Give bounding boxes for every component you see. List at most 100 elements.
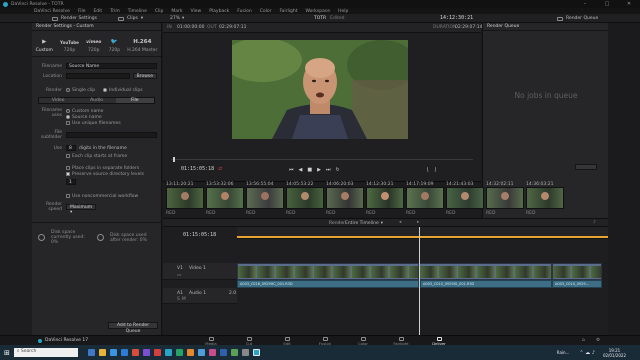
step-back-icon[interactable]: ◀ (299, 167, 303, 173)
clips-toggle[interactable]: Clips ▾ (118, 16, 143, 21)
app-icon[interactable] (208, 349, 216, 356)
render-settings-toggle[interactable]: Render Settings (52, 16, 97, 21)
menu-help[interactable]: Help (338, 9, 348, 14)
file-explorer-icon[interactable] (98, 349, 106, 356)
preserve-levels-input[interactable]: 1 (66, 179, 76, 185)
clip-thumbnail[interactable] (446, 187, 484, 209)
tab-video[interactable]: Video (39, 98, 78, 103)
stop-icon[interactable]: ■ (307, 167, 312, 173)
mail-icon[interactable] (120, 349, 128, 356)
clip-thumbnail[interactable] (166, 187, 204, 209)
clip-thumbnail[interactable] (366, 187, 404, 209)
mute-icon[interactable]: M (182, 297, 186, 302)
app-icon[interactable] (153, 349, 161, 356)
clip-thumbnail[interactable] (286, 187, 324, 209)
audio-clip[interactable]: A003_C016_0929HC_001.R3D (237, 280, 419, 288)
app-icon[interactable] (186, 349, 194, 356)
edge-icon[interactable] (109, 349, 117, 356)
solo-icon[interactable]: S (177, 297, 180, 302)
settings-gear-icon[interactable]: ⚙ (596, 338, 600, 343)
app-icon[interactable] (241, 349, 249, 356)
menu-workspace[interactable]: Workspace (305, 9, 330, 14)
timeline-view-icon[interactable]: ◂ (399, 220, 401, 225)
single-clip-option[interactable]: Single clip (66, 87, 95, 93)
davinci-taskbar-icon[interactable] (252, 349, 260, 356)
video-clip[interactable] (419, 263, 552, 280)
subfolder-input[interactable] (66, 132, 157, 138)
weather-widget[interactable]: Rain... (557, 350, 570, 355)
task-view-icon[interactable] (87, 349, 95, 356)
windows-start-icon[interactable]: ⊞ (4, 349, 10, 357)
filename-input[interactable]: Source Name (66, 63, 157, 69)
render-all-button[interactable] (575, 164, 597, 170)
clip-thumbnail[interactable] (246, 187, 284, 209)
app-icon[interactable] (142, 349, 150, 356)
unique-filenames-option[interactable]: Use unique filenames (66, 120, 121, 126)
video-clip[interactable] (237, 263, 419, 280)
timeline-options-icon[interactable]: ♪ (593, 220, 596, 225)
viewer-scrubber-handle[interactable] (173, 157, 175, 162)
video-track-lock-icon[interactable]: ▭ (177, 273, 181, 278)
preset-twitter[interactable]: 🐦 720p (109, 39, 120, 53)
timeline-ruler[interactable] (237, 227, 608, 239)
menu-clip[interactable]: Clip (155, 9, 164, 14)
audio-clip[interactable]: A003_C015_0929IG_001.R3D (420, 280, 552, 288)
snapping-icon[interactable]: ▸ (417, 220, 419, 225)
preset-h264[interactable]: H.264 H.264 Master (127, 39, 157, 53)
clip-thumbnail[interactable] (486, 187, 524, 209)
video-clip[interactable] (552, 263, 602, 280)
menu-file[interactable]: File (78, 9, 86, 14)
clip-thumbnail[interactable] (326, 187, 364, 209)
menu-edit[interactable]: Edit (93, 9, 102, 14)
skip-start-icon[interactable]: ⏮ (289, 167, 294, 173)
loop-icon[interactable]: ⇄ (218, 166, 222, 172)
app-icon[interactable] (164, 349, 172, 356)
menu-trim[interactable]: Trim (110, 9, 120, 14)
clip-thumbnail[interactable] (526, 187, 564, 209)
app-icon[interactable] (219, 349, 227, 356)
render-speed-select[interactable]: Maximum ▾ (66, 204, 96, 215)
menu-timeline[interactable]: Timeline (128, 9, 147, 14)
taskbar-clock[interactable]: 19:21 02/01/2022 (603, 348, 626, 358)
tab-file[interactable]: File (115, 98, 154, 103)
mark-in-icon[interactable]: ⌊ (427, 167, 429, 173)
skip-end-icon[interactable]: ⏭ (326, 167, 331, 173)
render-range-bar[interactable] (237, 236, 608, 238)
audio-clip[interactable]: A003_C010_0929... (552, 280, 602, 288)
clip-thumbnail[interactable] (406, 187, 444, 209)
app-icon[interactable] (197, 349, 205, 356)
menu-playback[interactable]: Playback (209, 9, 229, 14)
digits-input[interactable]: 8 (66, 145, 76, 151)
taskbar-search[interactable]: ⌕ Search (13, 348, 78, 357)
location-input[interactable] (66, 73, 130, 79)
tab-audio[interactable]: Audio (77, 98, 116, 103)
browse-button[interactable]: Browse (132, 73, 157, 79)
render-range-select[interactable]: Entire Timeline ▾ (345, 221, 383, 226)
minimize-icon[interactable]: – (574, 1, 596, 7)
timeline-playhead[interactable] (419, 227, 420, 335)
system-tray-icons[interactable]: ⌃ ☁ ♪ (579, 350, 595, 356)
menu-fusion[interactable]: Fusion (237, 9, 251, 14)
mark-out-icon[interactable]: ⌋ (434, 167, 436, 173)
app-icon[interactable] (230, 349, 238, 356)
individual-clips-option[interactable]: Individual clips (103, 87, 143, 93)
preset-youtube[interactable]: YouTube 720p (60, 40, 79, 53)
preset-vimeo[interactable]: vimeo 720p (86, 40, 101, 53)
maximize-icon[interactable]: □ (596, 1, 618, 7)
home-icon[interactable]: ⌂ (582, 338, 585, 343)
menu-fairlight[interactable]: Fairlight (279, 9, 297, 14)
menu-davinci[interactable]: DaVinci Resolve (34, 9, 70, 14)
clip-thumbnail[interactable] (206, 187, 244, 209)
zoom-select[interactable]: 27% ▾ (170, 16, 184, 21)
menu-view[interactable]: View (191, 9, 202, 14)
app-icon[interactable] (175, 349, 183, 356)
menu-mark[interactable]: Mark (171, 9, 182, 14)
play-icon[interactable]: ▶ (317, 167, 321, 173)
chrome-icon[interactable] (131, 349, 139, 356)
preset-custom[interactable]: ▶ Custom (36, 39, 53, 53)
loop-playback-icon[interactable]: ↻ (335, 167, 339, 173)
add-to-render-queue-button[interactable]: Add to Render Queue (108, 322, 158, 334)
each-clip-option[interactable]: Each clip starts at frame (32, 153, 161, 159)
noncommercial-option[interactable]: Use noncommercial workflow (32, 193, 161, 199)
close-icon[interactable]: ✕ (618, 1, 640, 7)
